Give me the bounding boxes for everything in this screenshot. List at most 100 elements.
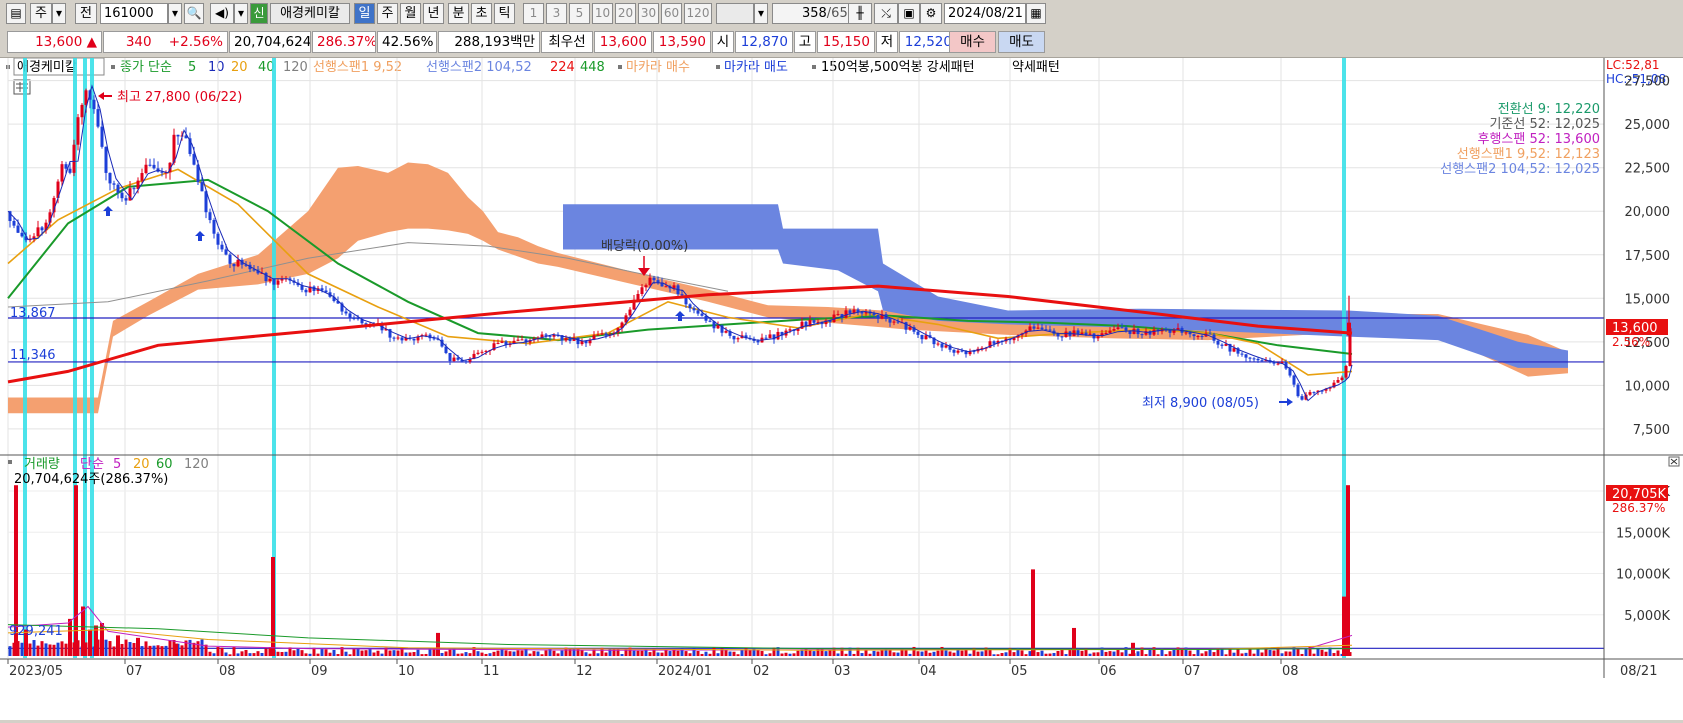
candle-body [144,164,148,174]
chart-settings-icon[interactable]: ▤ [6,3,26,24]
volume-bar [704,651,708,656]
volume-bar [216,647,220,656]
period-second[interactable]: 초 [471,3,492,24]
sell-button[interactable]: 매도 [998,31,1045,53]
buy-button[interactable]: 매수 [949,31,996,53]
volume-bar [276,651,280,656]
volume-bar [8,646,12,656]
candle-body [640,287,644,294]
volume-bar [596,653,600,656]
volume-bar [1272,650,1276,656]
volume-bar [1000,653,1004,656]
new-badge[interactable]: 신 [250,3,268,24]
volume-bar [132,642,136,656]
price-volume-chart[interactable]: 애경케미칼 종가 단순 5 10 20 40 120 선행스팬1 9,52 선행… [0,57,1683,720]
volume-ma5: 5 [113,457,121,472]
price-change: 340 +2.56% [103,31,228,53]
period-minute[interactable]: 분 [448,3,469,24]
period-month[interactable]: 월 [400,3,421,24]
date-input[interactable]: 2024/08/21 [944,3,1026,24]
stock-code-input[interactable]: 161000 [100,3,168,24]
low-label-text: 저 [880,34,894,50]
candle-body [1232,348,1236,352]
candle-body [788,329,792,331]
volume-summary: 20,704,624주(286.37%) [14,472,168,487]
candle-body [92,99,96,110]
candle-body [1124,327,1128,331]
candle-body [1112,329,1116,331]
volume-bar [140,646,144,656]
view-mode-select[interactable]: 주 [30,3,52,24]
volume-bar [1220,649,1224,656]
volume-tick-label: 5,000K [1624,609,1670,624]
drawing-tool-icon[interactable]: ⤯ [874,3,898,24]
interval-custom-input[interactable] [716,3,754,24]
legend-bullet-icon [812,65,816,69]
price-legend: 애경케미칼 종가 단순 5 10 20 40 120 선행스팬1 9,52 선행… [6,57,1666,86]
candle-body [920,334,924,340]
interval-1[interactable]: 1 [523,3,544,24]
volume-ratio: 286.37% [312,31,376,53]
gear-icon[interactable]: ⚙ [920,3,942,24]
volume-bar [528,653,532,656]
annotation-dividend: 배당락(0.00%) [601,239,688,254]
save-icon[interactable]: ▣ [898,3,920,24]
volume-bar [1252,653,1256,656]
volume-bar [152,645,156,656]
volume-bar [1200,653,1204,656]
volume-bar [120,643,124,656]
volume-bar [1156,654,1160,656]
volume-bar [376,650,380,656]
candle-body [1096,336,1100,339]
ichimoku-values: 전환선 9: 12,220 기준선 52: 12,025 후행스팬 52: 13… [1440,102,1600,177]
stock-name: 애경케미칼 [270,3,350,24]
period-year[interactable]: 년 [423,3,444,24]
interval-20[interactable]: 20 [615,3,636,24]
interval-120[interactable]: 120 [684,3,712,24]
chevron-down-icon[interactable]: ▾ [754,3,768,24]
volume-bar [160,646,164,656]
volume-bar [348,654,352,656]
y-tick-label: 25,000 [1625,118,1671,133]
volume-bar [188,639,192,656]
legend-bullet-icon [8,460,12,464]
candle-body [1120,327,1124,329]
chevron-down-icon[interactable]: ▾ [234,3,248,24]
chevron-down-icon[interactable]: ▾ [52,3,66,24]
volume-bar [1224,654,1228,656]
interval-30[interactable]: 30 [638,3,659,24]
volume-bar [696,650,700,656]
period-tick[interactable]: 틱 [494,3,515,24]
period-day[interactable]: 일 [354,3,375,24]
chevron-down-icon[interactable]: ▾ [168,3,182,24]
candle-body [1336,379,1340,383]
interval-3[interactable]: 3 [546,3,567,24]
volume-bar [332,649,336,656]
speaker-icon[interactable]: ◀) [210,3,234,24]
candle-body [424,334,428,336]
candle-body [844,310,848,318]
prev-button[interactable]: 전 [75,3,97,24]
calendar-icon[interactable]: ▦ [1026,3,1046,24]
volume-bar [380,653,384,656]
interval-5[interactable]: 5 [569,3,590,24]
volume-bar [48,644,52,656]
table-toggle-icon[interactable] [13,79,31,95]
volume-bar [1048,653,1052,656]
page-position[interactable]: 358/651 [772,3,860,24]
candle-style-icon[interactable]: ╫ [848,3,872,24]
y-tick-label: 20,000 [1625,205,1671,220]
volume-bar [1244,652,1248,656]
candle-body [140,173,144,181]
interval-10[interactable]: 10 [592,3,613,24]
price-value: 13,600 [35,34,83,50]
search-icon[interactable]: 🔍 [184,3,204,24]
volume-bar [932,651,936,656]
interval-60[interactable]: 60 [661,3,682,24]
chart-canvas[interactable]: 애경케미칼 종가 단순 5 10 20 40 120 선행스팬1 9,52 선행… [0,57,1683,720]
volume-bar [896,652,900,656]
period-week[interactable]: 주 [377,3,398,24]
volume-bar [456,653,460,656]
volume-bar [344,651,348,656]
legend-weak: 약세패턴 [1012,60,1060,75]
